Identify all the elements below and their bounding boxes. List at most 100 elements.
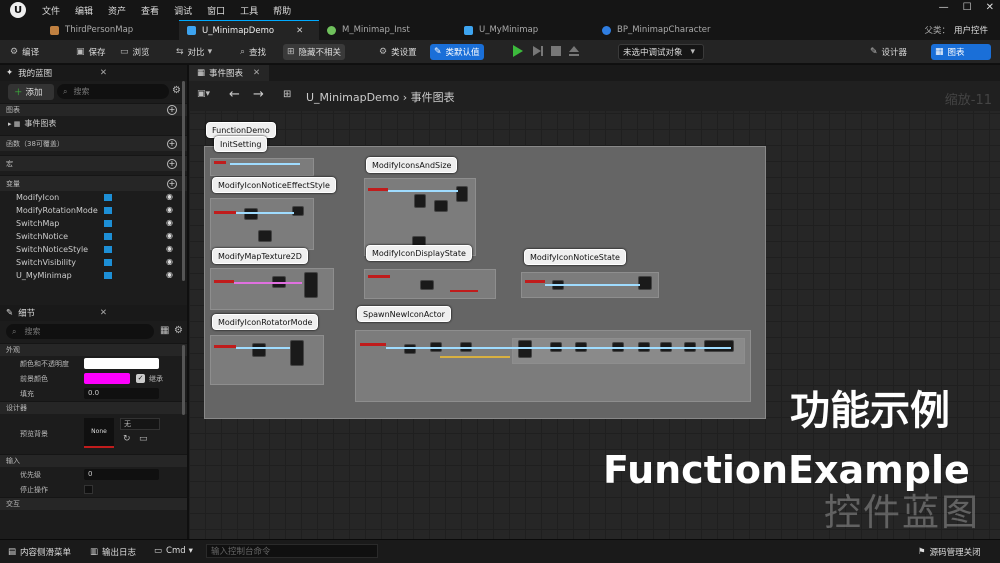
graph-node[interactable] (704, 340, 734, 352)
graph-node[interactable] (290, 340, 304, 366)
menu-assets[interactable]: 资产 (108, 4, 126, 17)
eye-icon[interactable]: ◉ (166, 205, 173, 214)
graph-node[interactable] (252, 343, 266, 357)
comment-label[interactable]: ModifyIconsAndSize (366, 157, 458, 173)
section-interaction[interactable]: 交互 (0, 497, 187, 510)
graph-node[interactable] (434, 200, 448, 212)
color-opacity-swatch[interactable] (84, 358, 159, 369)
comment-box[interactable] (210, 335, 324, 385)
add-graph-icon[interactable]: + (167, 105, 177, 115)
menu-file[interactable]: 文件 (42, 4, 60, 17)
grid-icon[interactable]: ▦ (160, 325, 169, 336)
event-node[interactable] (368, 188, 388, 191)
variable-item[interactable]: SwitchVisibility ◉ (0, 256, 187, 269)
add-macro-icon[interactable]: + (167, 159, 177, 169)
class-defaults-button[interactable]: ✎ 类默认值 (430, 44, 484, 60)
bookmark-icon[interactable]: ▣▾ (197, 89, 210, 99)
details-scrollbar[interactable] (182, 345, 185, 415)
stop-icon[interactable] (550, 45, 562, 57)
hide-unrelated-button[interactable]: ⊞ 隐藏不相关 (283, 44, 346, 60)
section-graphs[interactable]: 图表 + (0, 103, 187, 116)
event-node[interactable] (214, 345, 236, 348)
class-settings-button[interactable]: ⚙ 类设置 (375, 44, 421, 60)
comment-label[interactable]: ModifyIconRotatorMode (212, 314, 319, 330)
menu-debug[interactable]: 调试 (174, 4, 192, 17)
forward-arrow-icon[interactable]: → (253, 87, 264, 102)
parent-class-link[interactable]: 用户控件 (954, 26, 988, 36)
maximize-icon[interactable]: ☐ (963, 2, 972, 13)
eye-icon[interactable]: ◉ (166, 218, 173, 227)
cmd-select[interactable]: ▭ Cmd ▾ (154, 546, 193, 556)
my-blueprint-scrollbar[interactable] (182, 81, 185, 281)
graph-button[interactable]: ▦ 图表 (931, 44, 991, 60)
section-macros[interactable]: 宏 + (0, 155, 187, 171)
eye-icon[interactable]: ◉ (166, 231, 173, 240)
variable-item[interactable]: ModifyRotationMode ◉ (0, 204, 187, 217)
menu-edit[interactable]: 编辑 (75, 4, 93, 17)
add-variable-icon[interactable]: + (167, 179, 177, 189)
panel-close-icon[interactable]: ✕ (100, 68, 107, 78)
settings-gear-icon[interactable]: ⚙ (172, 85, 181, 96)
eye-icon[interactable]: ◉ (166, 244, 173, 253)
details-search-input[interactable]: ⌕ 搜索 (6, 324, 154, 339)
minimize-icon[interactable]: — (939, 2, 949, 13)
tab-u-minimapdemo[interactable]: U_MinimapDemo ✕ (179, 20, 319, 40)
comment-label[interactable]: SpawnNewIconActor (357, 306, 451, 322)
graph-node[interactable] (244, 208, 258, 220)
section-appearance[interactable]: 外观 (0, 343, 187, 356)
fg-color-swatch[interactable] (84, 373, 130, 384)
debug-object-select[interactable]: 未选中调试对象 ▾ (618, 44, 704, 60)
event-node[interactable] (214, 161, 226, 164)
event-node[interactable] (525, 280, 545, 283)
unreal-logo-icon[interactable]: U (10, 2, 26, 18)
tab-close-icon[interactable]: ✕ (253, 68, 260, 78)
reset-icon[interactable]: ↻ (123, 434, 131, 444)
breadcrumb-leaf[interactable]: 事件图表 (411, 91, 455, 104)
event-node[interactable] (360, 343, 386, 346)
stop-action-checkbox[interactable] (84, 485, 93, 494)
tab-m-minimap-inst[interactable]: M_Minimap_Inst (325, 20, 455, 40)
graph-node[interactable] (456, 186, 468, 202)
section-designer[interactable]: 设计器 (0, 401, 187, 414)
tab-thirdpersonmap[interactable]: ThirdPersonMap (48, 20, 176, 40)
section-functions[interactable]: 函数（38可覆盖） + (0, 135, 187, 151)
section-input[interactable]: 输入 (0, 454, 187, 467)
inherit-checkbox[interactable]: ✓ (136, 374, 145, 383)
variable-item[interactable]: U_MyMinimap ◉ (0, 269, 187, 282)
source-control-button[interactable]: ⚑ 源码管理关闭 (918, 546, 981, 558)
padding-field[interactable]: 0.0 (84, 388, 159, 399)
eye-icon[interactable]: ◉ (166, 192, 173, 201)
blueprint-search-input[interactable]: ⌕ 搜索 (57, 84, 169, 99)
variable-item[interactable]: SwitchNotice ◉ (0, 230, 187, 243)
tab-u-myminimap[interactable]: U_MyMinimap (462, 20, 582, 40)
variable-item[interactable]: SwitchMap ◉ (0, 217, 187, 230)
graph-node[interactable] (304, 272, 318, 298)
diff-button[interactable]: ⇆ 对比 ▾ (172, 44, 220, 60)
preview-bg-thumb[interactable]: None (84, 418, 114, 448)
graph-node[interactable] (404, 344, 416, 354)
graph-node[interactable] (638, 276, 652, 290)
event-node[interactable] (214, 211, 236, 214)
comment-label[interactable]: ModifyIconNoticeState (524, 249, 626, 265)
find-button[interactable]: ⌕ 查找 (236, 44, 270, 60)
add-button[interactable]: ＋添加 (8, 84, 54, 100)
graph-node[interactable] (292, 206, 304, 216)
save-button[interactable]: ▣ 保存 (72, 44, 110, 60)
variable-item[interactable]: ModifyIcon ◉ (0, 191, 187, 204)
graph-node[interactable] (414, 194, 426, 208)
comment-label[interactable]: ModifyIconNoticeEffectStyle (212, 177, 336, 193)
settings-gear-icon[interactable]: ⚙ (174, 325, 183, 336)
panel-close-icon[interactable]: ✕ (100, 308, 107, 318)
eye-icon[interactable]: ◉ (166, 270, 173, 279)
content-drawer-button[interactable]: ▤ 内容侧滑菜单 (8, 546, 71, 558)
tab-event-graph[interactable]: ▦ 事件图表 ✕ (189, 65, 269, 81)
eye-icon[interactable]: ◉ (166, 257, 173, 266)
back-arrow-icon[interactable]: ← (229, 87, 240, 102)
variable-item[interactable]: SwitchNoticeStyle ◉ (0, 243, 187, 256)
graph-node[interactable] (420, 280, 434, 290)
comment-label-initsetting[interactable]: InitSetting (214, 136, 268, 152)
tab-close-icon[interactable]: ✕ (296, 26, 303, 36)
preview-bg-select[interactable]: 无 (120, 418, 160, 430)
eject-icon[interactable] (568, 45, 580, 57)
menu-tools[interactable]: 工具 (240, 4, 258, 17)
